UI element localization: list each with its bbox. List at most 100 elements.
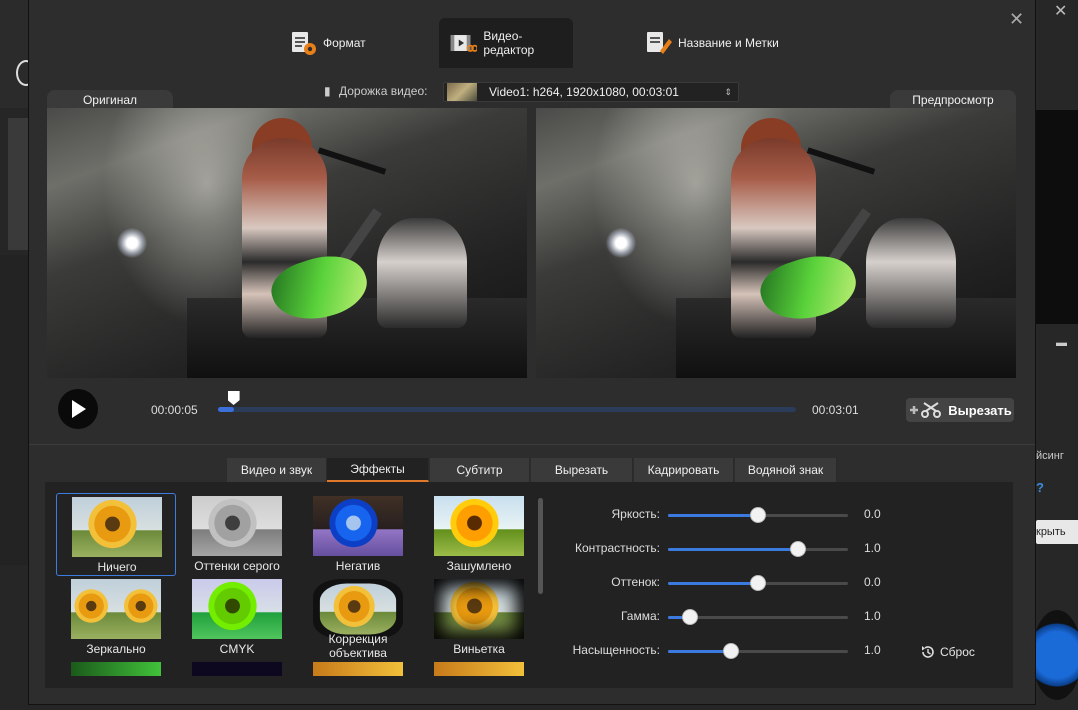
reset-button[interactable]: Сброс: [920, 644, 975, 660]
background-open-button: крыть: [1036, 520, 1078, 544]
video-track-select[interactable]: Video1: h264, 1920x1080, 00:03:01 ⇕: [443, 82, 739, 102]
original-video: [47, 108, 527, 378]
slider-value: 0.0: [864, 575, 881, 589]
effect-thumbnail-partial: [434, 662, 524, 676]
background-preview: [1036, 110, 1078, 324]
effects-scrollbar[interactable]: [538, 498, 543, 594]
play-button[interactable]: [58, 389, 98, 429]
tab-video-editor-label: Видео-редактор: [483, 29, 535, 57]
slider-value: 0.0: [864, 507, 881, 521]
effect-thumbnail: [72, 497, 162, 557]
effect-none[interactable]: Ничего: [56, 493, 176, 576]
spotlight: [117, 228, 147, 258]
timeline-track[interactable]: [218, 407, 796, 412]
effect-label: Ничего: [97, 560, 137, 574]
tab-format-label: Формат: [323, 36, 366, 50]
subtab-video-audio[interactable]: Видео и звук: [227, 458, 327, 482]
slider-label: Насыщенность:: [572, 643, 660, 657]
effect-label: Зашумлено: [446, 559, 512, 573]
effect-noise[interactable]: Зашумлено: [419, 493, 539, 576]
video-track-value: Video1: h264, 1920x1080, 00:03:01: [489, 85, 679, 99]
cut-button[interactable]: Вырезать: [906, 398, 1014, 422]
effect-label: Коррекция объектива: [328, 632, 388, 660]
background-folder-icon: ▬: [1056, 337, 1067, 349]
tab-video-editor[interactable]: Видео-редактор: [439, 18, 573, 68]
slider-label: Яркость:: [611, 507, 660, 521]
effect-thumbnail: [434, 579, 524, 639]
spotlight: [606, 228, 636, 258]
background-text-1: йсинг: [1036, 450, 1064, 462]
trash-icon: ▮: [324, 84, 331, 98]
format-icon: [292, 32, 316, 55]
subtab-watermark[interactable]: Водяной знак: [735, 458, 837, 482]
video-track-thumbnail: [447, 83, 477, 101]
effect-thumbnail-partial: [192, 662, 282, 676]
tab-title-tags[interactable]: Название и Метки: [634, 18, 789, 68]
reset-label: Сброс: [940, 645, 975, 659]
effect-thumbnail-partial: [313, 662, 403, 676]
brightness-slider[interactable]: Яркость: 0.0: [560, 505, 900, 525]
select-arrows-icon: ⇕: [724, 86, 732, 97]
slider-value: 1.0: [864, 643, 881, 657]
slider-fill: [668, 514, 758, 517]
background-convert-button: [1032, 610, 1078, 700]
effect-thumbnail: [71, 579, 161, 639]
slider-knob[interactable]: [750, 575, 766, 591]
subtab-subtitle[interactable]: Субтитр: [430, 458, 530, 482]
preview-video: [536, 108, 1016, 378]
second-performer: [866, 218, 956, 328]
slider-knob[interactable]: [681, 609, 698, 625]
subtab-crop[interactable]: Кадрировать: [634, 458, 734, 482]
background-help-icon: ?: [1036, 480, 1044, 495]
effect-negative[interactable]: Негатив: [298, 493, 418, 576]
total-time: 00:03:01: [812, 403, 859, 417]
effect-grayscale[interactable]: Оттенки серого: [177, 493, 297, 576]
timeline-progress: [218, 407, 234, 412]
microphone: [806, 147, 876, 175]
effect-label: Зеркально: [86, 642, 146, 656]
original-label: Оригинал: [47, 90, 173, 110]
gamma-slider[interactable]: Гамма: 1.0: [560, 607, 900, 627]
video-editor-icon: [450, 35, 478, 52]
slider-value: 1.0: [864, 609, 881, 623]
slider-label: Гамма:: [620, 609, 660, 623]
background-right-panel: ▬ йсинг ? крыть ✕: [1032, 0, 1078, 710]
effect-mirror[interactable]: Зеркально: [56, 576, 176, 659]
slider-fill: [668, 548, 798, 551]
slider-fill: [668, 650, 731, 653]
effect-thumbnail: [313, 579, 403, 639]
effect-lens-correction[interactable]: Коррекция объектива: [298, 576, 418, 662]
effect-label: CMYK: [219, 642, 255, 656]
hue-slider[interactable]: Оттенок: 0.0: [560, 573, 900, 593]
slider-knob[interactable]: [789, 541, 806, 557]
video-track-label: Дорожка видео:: [339, 84, 428, 98]
slider-track[interactable]: [668, 548, 848, 551]
effect-thumbnail-partial: [71, 662, 161, 676]
slider-knob[interactable]: [723, 643, 739, 659]
subtab-effects[interactable]: Эффекты: [327, 458, 429, 482]
microphone: [317, 147, 387, 175]
effect-thumbnail: [313, 496, 403, 556]
background-close-icon: ✕: [1054, 3, 1068, 20]
slider-fill: [668, 582, 758, 585]
effect-thumbnail: [192, 496, 282, 556]
effect-label: Негатив: [335, 559, 381, 573]
effect-label: Оттенки серого: [194, 559, 280, 573]
tab-format[interactable]: Формат: [279, 18, 376, 68]
dialog-close-icon[interactable]: ✕: [1009, 9, 1024, 30]
effect-vignette[interactable]: Виньетка: [419, 576, 539, 659]
current-time: 00:00:05: [151, 403, 198, 417]
saturation-slider[interactable]: Насыщенность: 1.0: [560, 641, 900, 661]
contrast-slider[interactable]: Контрастность: 1.0: [560, 539, 900, 559]
effect-cmyk[interactable]: CMYK: [177, 576, 297, 659]
slider-knob[interactable]: [750, 507, 766, 523]
effect-thumbnail: [192, 579, 282, 639]
background-left-panel: [0, 255, 28, 565]
second-performer: [377, 218, 467, 328]
subtab-cut[interactable]: Вырезать: [531, 458, 633, 482]
play-icon: [72, 400, 86, 418]
scissors-plus-icon: [910, 402, 942, 418]
tab-title-tags-label: Название и Метки: [678, 36, 779, 50]
slider-track[interactable]: [668, 650, 848, 653]
stage-equipment: [187, 298, 527, 378]
